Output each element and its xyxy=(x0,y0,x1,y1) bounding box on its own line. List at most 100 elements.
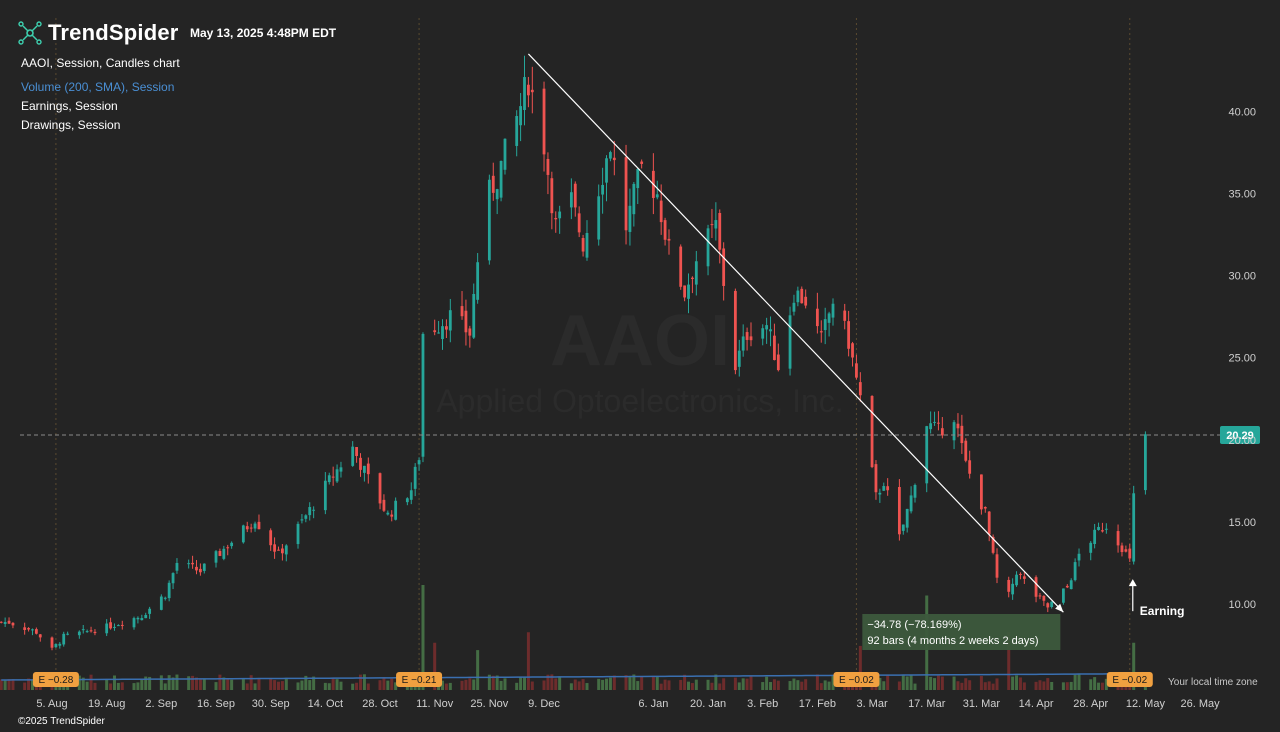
volume-bar xyxy=(331,677,335,690)
legend-volume[interactable]: Volume (200, SMA), Session xyxy=(21,80,174,94)
volume-bar xyxy=(241,679,245,690)
candle-body xyxy=(609,152,612,159)
volume-bar xyxy=(979,676,983,690)
x-tick-label: 5. Aug xyxy=(36,698,67,710)
volume-bar xyxy=(519,677,523,690)
candle-body xyxy=(105,623,109,634)
price-chart[interactable]: AAOI Applied Optoelectronics, Inc. 20.29… xyxy=(0,0,1280,732)
candle-body xyxy=(300,519,304,521)
legend-candles[interactable]: AAOI, Session, Candles chart xyxy=(21,56,180,70)
volume-bar xyxy=(749,675,753,690)
volume-bar xyxy=(960,682,964,690)
candle-body xyxy=(382,499,386,511)
candle-body xyxy=(933,421,936,423)
volume-bar xyxy=(284,677,288,690)
candle-body xyxy=(327,475,331,483)
candle-body xyxy=(11,622,15,626)
volume-bar xyxy=(464,679,468,690)
volume-bar xyxy=(214,682,218,690)
candle-body xyxy=(636,169,640,189)
volume-bar xyxy=(85,681,89,690)
volume-bar xyxy=(23,682,27,690)
x-tick-label: 26. May xyxy=(1180,698,1220,710)
volume-bar xyxy=(901,674,905,690)
candle-body xyxy=(1101,530,1104,532)
volume-bar xyxy=(663,679,667,690)
candle-body xyxy=(597,196,601,240)
candle-body xyxy=(448,310,452,331)
candle-body xyxy=(386,512,390,515)
volume-bar xyxy=(120,682,124,690)
candle-body xyxy=(85,631,89,633)
legend-drawings[interactable]: Drawings, Session xyxy=(21,118,120,132)
volume-bar xyxy=(0,679,3,690)
brand-logo[interactable]: TrendSpider xyxy=(18,20,179,46)
volume-bar xyxy=(558,676,562,690)
candle-body xyxy=(66,633,70,635)
candle-body xyxy=(901,524,905,531)
volume-bar xyxy=(89,674,93,690)
x-tick-label: 28. Oct xyxy=(362,698,397,710)
candle-body xyxy=(776,354,780,371)
candle-body xyxy=(940,428,944,436)
volume-bar xyxy=(530,681,534,690)
candle-body xyxy=(858,382,862,396)
candle-body xyxy=(577,213,581,233)
candle-body xyxy=(542,88,546,155)
candle-body xyxy=(280,548,284,554)
candle-body xyxy=(1128,548,1132,559)
candle-body xyxy=(874,464,878,493)
volume-bar xyxy=(448,682,452,690)
volume-bar xyxy=(741,678,745,690)
volume-bar xyxy=(159,675,163,690)
candle-body xyxy=(1046,603,1050,608)
candle-body xyxy=(476,262,480,300)
volume-bar xyxy=(1065,682,1069,690)
legend-earnings[interactable]: Earnings, Session xyxy=(21,99,118,113)
volume-bar xyxy=(601,679,605,690)
candle-body xyxy=(569,192,573,208)
candle-body xyxy=(530,89,534,93)
candle-body xyxy=(245,526,249,530)
candle-body xyxy=(230,542,234,547)
volume-bar xyxy=(366,683,370,690)
candle-body xyxy=(140,618,144,621)
candle-body xyxy=(870,396,874,468)
candle-body xyxy=(437,332,440,334)
candle-body xyxy=(1124,549,1128,552)
x-tick-label: 28. Apr xyxy=(1073,698,1108,710)
volume-bar xyxy=(253,683,257,690)
volume-bar xyxy=(991,683,995,690)
volume-bar xyxy=(628,677,632,690)
volume-bar xyxy=(940,676,944,690)
volume-bar xyxy=(542,680,546,690)
candle-body xyxy=(694,261,698,285)
watermark-symbol: AAOI xyxy=(550,301,730,381)
earning-arrow-head xyxy=(1128,579,1137,587)
candle-body xyxy=(761,328,765,339)
candle-body xyxy=(308,507,312,516)
candle-body xyxy=(132,618,136,628)
candle-body xyxy=(296,523,300,545)
volume-bar xyxy=(112,675,116,690)
volume-bar xyxy=(245,683,249,690)
volume-bar xyxy=(640,676,644,690)
volume-bar xyxy=(968,680,972,690)
candle-body xyxy=(983,506,987,509)
candle-body xyxy=(1132,493,1136,562)
candle-body xyxy=(847,321,851,349)
volume-bar xyxy=(105,679,109,690)
candle-body xyxy=(405,498,409,503)
volume-bar xyxy=(523,677,527,690)
candle-body xyxy=(113,626,116,628)
candle-body xyxy=(277,549,280,551)
volume-bar xyxy=(472,679,476,690)
candle-body xyxy=(163,597,167,599)
volume-bar xyxy=(659,683,663,690)
candle-body xyxy=(421,333,425,457)
candle-body xyxy=(23,627,27,630)
candle-body xyxy=(187,563,191,565)
candle-body xyxy=(769,329,772,332)
volume-bar xyxy=(1018,677,1022,690)
candle-body xyxy=(62,633,66,645)
